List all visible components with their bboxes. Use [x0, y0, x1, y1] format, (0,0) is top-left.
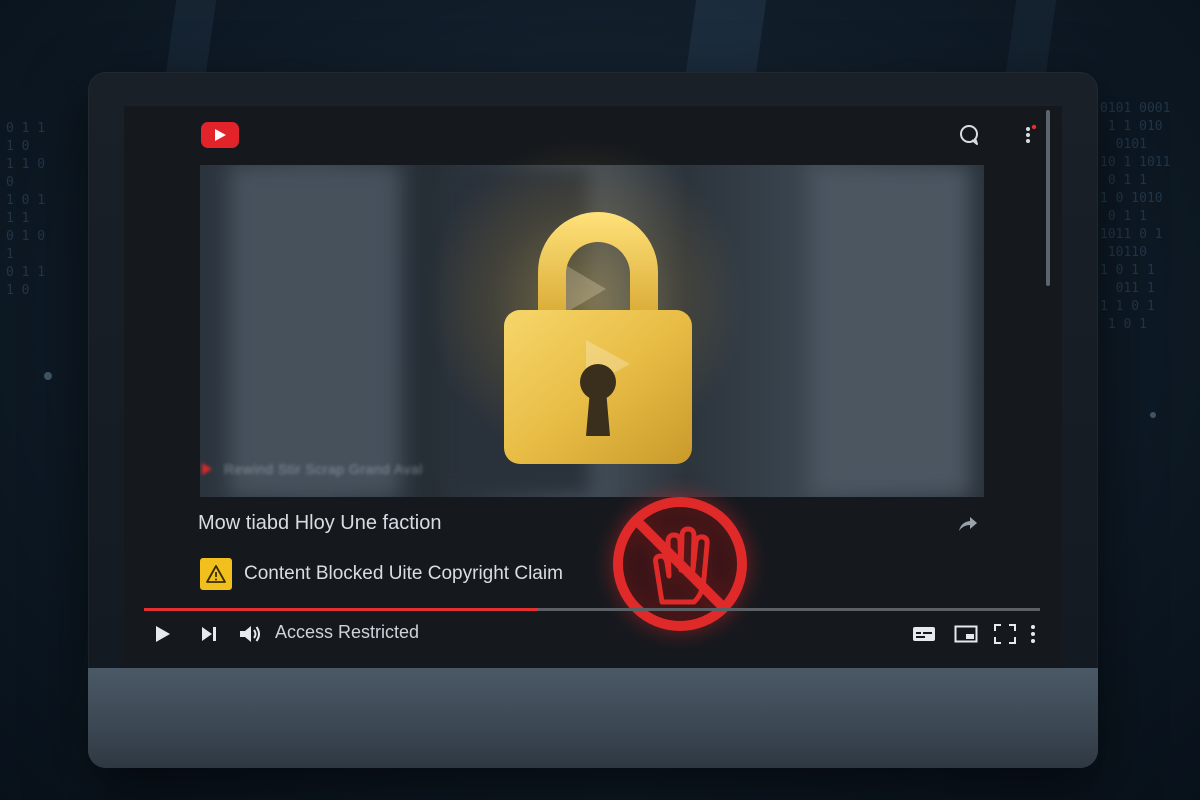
access-status: Access Restricted: [275, 622, 420, 642]
notice-text: Content Blocked Uite Copyright Claim: [244, 563, 563, 584]
video-caption-text: Rewind Stir Scrap Grand Aval: [224, 461, 423, 477]
miniplayer-icon[interactable]: [954, 625, 978, 643]
logo-play-glyph: [215, 129, 226, 141]
share-icon[interactable]: [958, 515, 978, 533]
background-binary-left: 0 1 1 1 0 1 1 0 0 1 0 1 1 1 0 1 0 1 0 1 …: [6, 121, 46, 298]
youtube-logo-icon[interactable]: [201, 122, 239, 148]
video-caption: Rewind Stir Scrap Grand Aval: [200, 457, 423, 481]
video-blur-panel: [810, 165, 970, 497]
prohibited-hand-icon: [613, 497, 747, 631]
padlock-icon: [504, 212, 692, 464]
warning-triangle-glyph: [206, 565, 226, 583]
background-binary-right: 0101 0001 1 1 010 0101 10 1 1011 0 1 1 1…: [1100, 101, 1171, 332]
video-title[interactable]: Mow tiabd Hloy Une faction: [198, 512, 441, 535]
background-particle: [44, 372, 52, 380]
scrollbar[interactable]: [1046, 110, 1050, 286]
warning-icon: [200, 558, 232, 590]
progress-bar[interactable]: [144, 608, 1040, 611]
next-icon[interactable]: [200, 625, 218, 643]
background-particle: [1150, 412, 1156, 418]
caption-play-icon: [202, 463, 212, 475]
fullscreen-icon[interactable]: [994, 624, 1016, 644]
browser-screen: Rewind Stir Scrap Grand Aval Mow tiabd H…: [124, 106, 1062, 668]
captions-icon[interactable]: [912, 626, 936, 642]
volume-icon[interactable]: [238, 623, 262, 645]
monitor-chin: [88, 668, 1098, 768]
video-blur-panel: [230, 165, 400, 497]
progress-fill: [144, 608, 539, 611]
play-icon[interactable]: [154, 624, 172, 644]
player-more-icon[interactable]: [1030, 623, 1036, 645]
monitor: Rewind Stir Scrap Grand Aval Mow tiabd H…: [88, 72, 1098, 768]
scene: 0 1 1 1 0 1 1 0 0 1 0 1 1 1 0 1 0 1 0 1 …: [0, 0, 1200, 800]
more-vert-icon[interactable]: [1022, 124, 1038, 146]
copyright-notice: Content Blocked Uite Copyright Claim: [200, 558, 563, 590]
chat-icon[interactable]: [958, 124, 980, 146]
